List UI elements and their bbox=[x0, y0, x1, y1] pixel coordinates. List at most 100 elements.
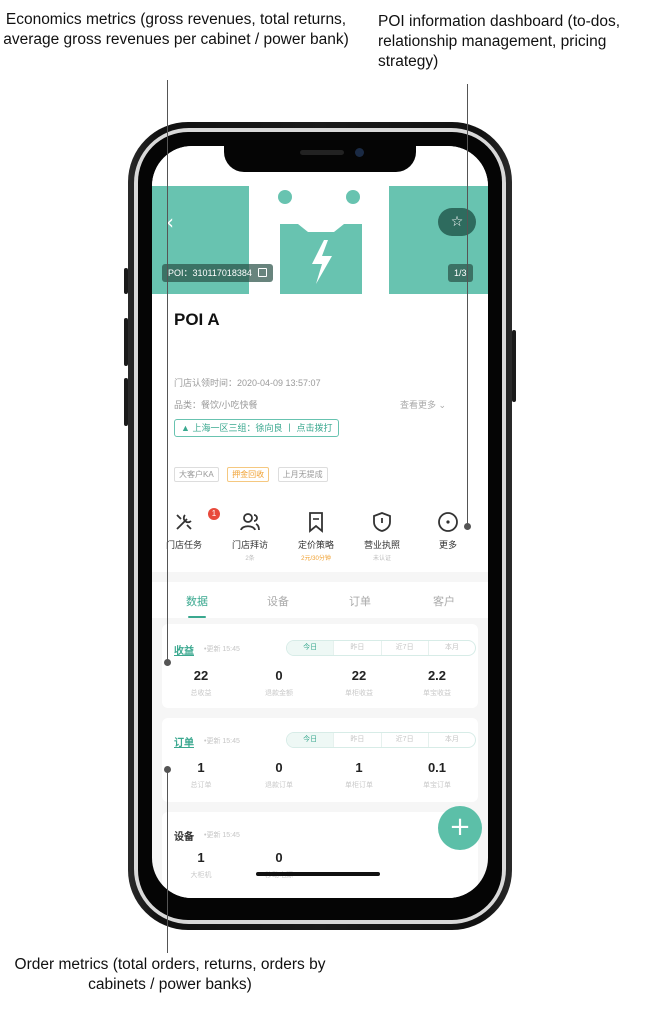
hero-banner-right bbox=[389, 186, 488, 294]
metric-value: 0.1 bbox=[427, 760, 447, 775]
metric-label: 退款订单 bbox=[265, 782, 293, 789]
action-sub: 2元/30分钟 bbox=[301, 556, 331, 562]
metric-value: 1 bbox=[355, 760, 363, 775]
tag-item: 押金回收 bbox=[227, 467, 270, 482]
users-icon bbox=[240, 513, 260, 531]
store-category: 品类：餐饮/小吃快餐 bbox=[174, 400, 258, 410]
hero-dot bbox=[346, 190, 360, 204]
metric-total-revenue: 22 总收益 bbox=[166, 668, 236, 698]
see-more-link[interactable]: 查看更多 ⌄ bbox=[400, 398, 446, 411]
metric-label: 总订单 bbox=[190, 782, 212, 789]
annotation-poi-dashboard: POI information dashboard (to-dos, relat… bbox=[378, 13, 621, 70]
store-claim-time: 门店认领时间：2020-04-09 13:57:07 bbox=[174, 378, 321, 388]
tag-item: 上月无提成 bbox=[277, 467, 328, 482]
order-period-selector: 今日 昨日 近7日 本月 bbox=[286, 732, 476, 748]
action-label: 门店任务 bbox=[165, 540, 202, 550]
period-today[interactable]: 今日 bbox=[287, 641, 334, 655]
period-month[interactable]: 本月 bbox=[427, 733, 475, 747]
metric-value: 2.2 bbox=[427, 668, 447, 683]
more-icon bbox=[438, 512, 458, 532]
bookmark-icon bbox=[309, 512, 323, 533]
device-updated-time: •更新 15:45 bbox=[204, 832, 240, 839]
metric-label: 总收益 bbox=[190, 690, 212, 697]
period-yesterday[interactable]: 昨日 bbox=[333, 733, 380, 747]
metric-value: 0 bbox=[275, 850, 283, 865]
revenue-card-title[interactable]: 收益 bbox=[174, 642, 194, 657]
revenue-updated-time: •更新 15:45 bbox=[204, 646, 240, 653]
metric-value: 22 bbox=[351, 668, 367, 683]
power-cabinet-illustration bbox=[280, 224, 362, 296]
metric-label: 单宝收益 bbox=[423, 690, 451, 697]
metric-total-orders: 1 总订单 bbox=[166, 760, 236, 790]
metric-orders-per-cabinet: 1 单柜订单 bbox=[324, 760, 394, 790]
leader-line-orders bbox=[167, 770, 168, 953]
action-label: 门店拜访 bbox=[231, 540, 268, 550]
tab-customers[interactable]: 客户 bbox=[414, 593, 474, 609]
tab-orders[interactable]: 订单 bbox=[330, 593, 390, 609]
poi-id: POI：310117018384 bbox=[168, 268, 252, 278]
action-sub bbox=[418, 553, 478, 561]
metric-label: 退款金额 bbox=[265, 690, 293, 697]
tab-devices[interactable]: 设备 bbox=[248, 593, 308, 609]
action-more[interactable]: 更多 bbox=[418, 510, 478, 561]
action-label: 更多 bbox=[438, 540, 457, 550]
tag-item: 大客户KA bbox=[174, 467, 219, 482]
leader-dot-poi bbox=[464, 523, 471, 530]
metric-value: 0 bbox=[275, 668, 283, 683]
front-camera bbox=[355, 148, 364, 157]
leader-dot-orders bbox=[164, 766, 171, 773]
action-label: 定价策略 bbox=[297, 540, 334, 550]
tag-list: 大客户KA 押金回收 上月无提成 bbox=[174, 464, 332, 482]
period-7days[interactable]: 近7日 bbox=[380, 733, 428, 747]
metric-refund-amount: 0 退款金额 bbox=[244, 668, 314, 698]
metric-label: 单宝订单 bbox=[423, 782, 451, 789]
task-count-badge: 1 bbox=[208, 508, 220, 520]
tab-data[interactable]: 数据 bbox=[167, 593, 227, 609]
image-page-indicator: 1/3 bbox=[448, 264, 473, 282]
leader-dot-economics bbox=[164, 659, 171, 666]
device-card-title[interactable]: 设备 bbox=[174, 828, 194, 843]
home-indicator bbox=[256, 872, 380, 876]
period-yesterday[interactable]: 昨日 bbox=[333, 641, 380, 655]
hero-dot bbox=[278, 190, 292, 204]
metric-label: 单柜收益 bbox=[345, 690, 373, 697]
speaker-grille bbox=[300, 150, 344, 155]
add-button[interactable]: + bbox=[438, 806, 482, 850]
volume-up-button bbox=[124, 318, 128, 366]
manager-call-chip[interactable]: ▲ 上海一区三组：徐向良 丨 点击拨打 bbox=[174, 419, 340, 437]
favorite-button[interactable]: ☆ bbox=[438, 208, 476, 236]
metric-orders-per-powerbank: 0.1 单宝订单 bbox=[402, 760, 472, 790]
annotation-order-metrics: Order metrics (total orders, returns, or… bbox=[14, 956, 326, 993]
active-tab-indicator bbox=[188, 616, 206, 618]
action-pricing-strategy[interactable]: 定价策略 2元/30分钟 bbox=[286, 510, 346, 562]
volume-down-button bbox=[124, 378, 128, 426]
app-screen: ‹ ☆ POI：310117018384 1/3 POI A 门店认领时间：20… bbox=[152, 146, 488, 898]
metric-value: 1 bbox=[197, 760, 205, 775]
mute-switch bbox=[124, 268, 128, 294]
poi-name: POI A bbox=[174, 310, 220, 329]
action-sub: 未认证 bbox=[372, 556, 391, 562]
period-today[interactable]: 今日 bbox=[287, 733, 334, 747]
annotation-economics-metrics: Economics metrics (gross revenues, total… bbox=[3, 11, 349, 48]
revenue-period-selector: 今日 昨日 近7日 本月 bbox=[286, 640, 476, 656]
period-month[interactable]: 本月 bbox=[427, 641, 475, 655]
copy-icon[interactable] bbox=[257, 268, 267, 277]
manager-label: 上海一区三组：徐向良 丨 点击拨打 bbox=[192, 423, 333, 433]
action-business-license[interactable]: 营业执照 未认证 bbox=[352, 510, 412, 562]
period-7days[interactable]: 近7日 bbox=[380, 641, 428, 655]
action-sub: 2条 bbox=[245, 556, 255, 562]
metric-value: 1 bbox=[197, 850, 205, 865]
leader-line-economics bbox=[167, 80, 168, 662]
action-store-visits[interactable]: 门店拜访 2条 bbox=[220, 510, 280, 562]
metric-value: 0 bbox=[275, 760, 283, 775]
order-card-title[interactable]: 订单 bbox=[174, 734, 194, 749]
metric-label: 单柜订单 bbox=[345, 782, 373, 789]
shield-icon bbox=[373, 512, 391, 532]
star-icon: ☆ bbox=[450, 214, 464, 230]
metric-revenue-per-cabinet: 22 单柜收益 bbox=[324, 668, 394, 698]
action-label: 营业执照 bbox=[363, 540, 400, 550]
action-store-tasks[interactable]: 门店任务 bbox=[154, 510, 214, 561]
metric-revenue-per-powerbank: 2.2 单宝收益 bbox=[402, 668, 472, 698]
order-updated-time: •更新 15:45 bbox=[204, 738, 240, 745]
action-sub bbox=[154, 553, 214, 561]
